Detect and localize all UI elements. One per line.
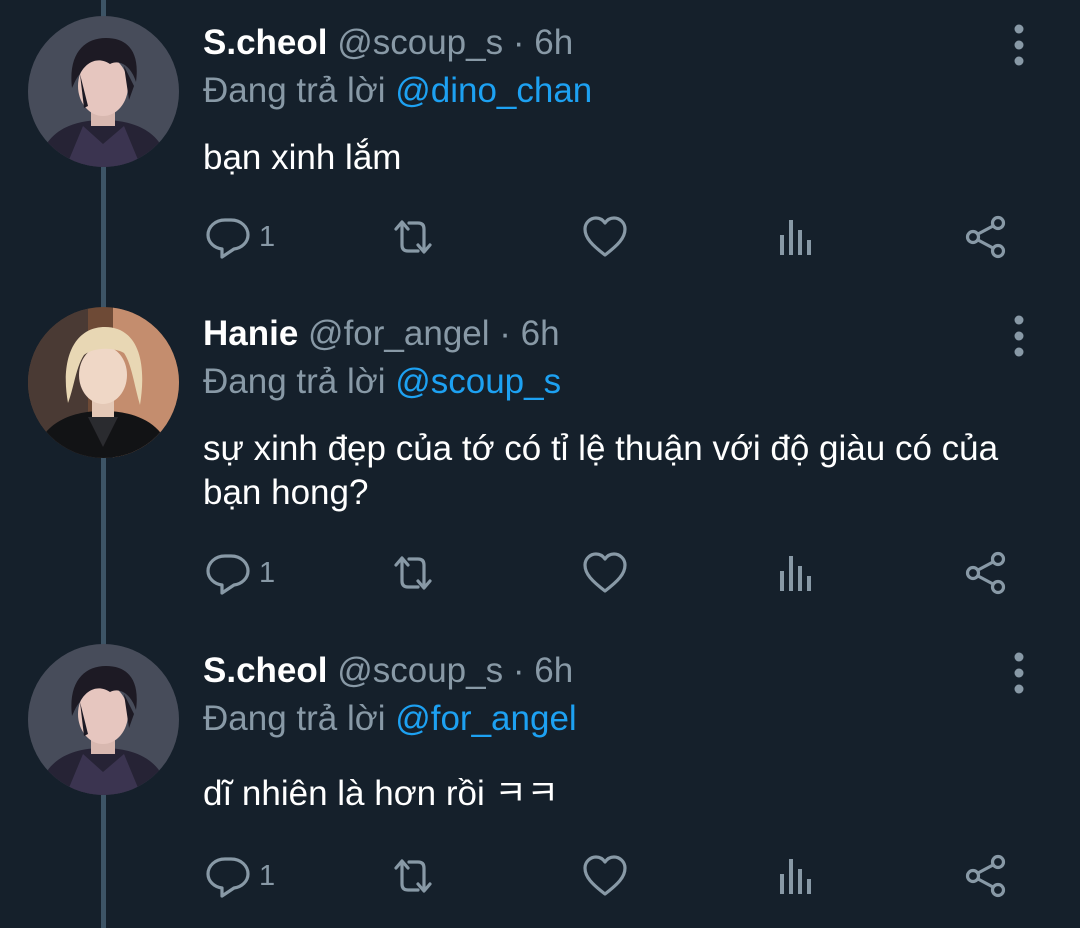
display-name[interactable]: Hanie: [203, 314, 298, 353]
replying-to: Đang trả lời @dino_chan: [203, 68, 592, 114]
replying-to: Đang trả lời @scoup_s: [203, 359, 561, 405]
display-name[interactable]: S.cheol: [203, 23, 327, 62]
share-button[interactable]: [961, 548, 1011, 598]
share-icon: [961, 851, 1011, 901]
timestamp[interactable]: 6h: [534, 23, 573, 62]
retweet-icon: [388, 548, 438, 598]
more-vertical-icon: [1004, 313, 1034, 359]
user-handle[interactable]: @scoup_s: [337, 651, 503, 690]
mention-link[interactable]: @for_angel: [395, 699, 576, 738]
tweet-text: dĩ nhiên là hơn rồi ㅋㅋ: [203, 774, 559, 813]
reply-count: 1: [259, 220, 276, 253]
reply-button[interactable]: 1: [203, 212, 275, 262]
analytics-icon: [771, 212, 821, 262]
share-icon: [961, 548, 1011, 598]
tweet-actions: 1: [203, 548, 1043, 598]
reply-icon: [203, 212, 253, 262]
separator-dot: ·: [512, 23, 525, 62]
tweet[interactable]: S.cheol @scoup_s · 6h Đang trả lời @dino…: [0, 0, 1080, 300]
reply-count: 1: [259, 859, 276, 892]
dark-hair-man-avatar-image: [28, 644, 179, 795]
user-handle[interactable]: @scoup_s: [337, 23, 503, 62]
tweet-header: Hanie @for_angel · 6h: [203, 311, 560, 357]
more-options-button[interactable]: [1004, 22, 1034, 68]
share-button[interactable]: [961, 851, 1011, 901]
replying-to-label: Đang trả lời: [203, 362, 386, 401]
reply-icon: [203, 851, 253, 901]
avatar[interactable]: [28, 16, 179, 167]
retweet-button[interactable]: [388, 548, 438, 598]
tweet-header: S.cheol @scoup_s · 6h: [203, 20, 573, 66]
heart-icon: [580, 851, 630, 901]
retweet-button[interactable]: [388, 851, 438, 901]
tweet-text: sự xinh đẹp của tớ có tỉ lệ thuận với độ…: [203, 429, 999, 512]
tweet-text: bạn xinh lắm: [203, 138, 402, 177]
analytics-icon: [771, 548, 821, 598]
avatar[interactable]: [28, 644, 179, 795]
more-vertical-icon: [1004, 650, 1034, 696]
display-name[interactable]: S.cheol: [203, 651, 327, 690]
heart-icon: [580, 212, 630, 262]
mention-link[interactable]: @scoup_s: [395, 362, 561, 401]
retweet-button[interactable]: [388, 212, 438, 262]
analytics-button[interactable]: [771, 548, 821, 598]
separator-dot: ·: [499, 314, 511, 353]
reply-icon: [203, 548, 253, 598]
analytics-button[interactable]: [771, 212, 821, 262]
share-button[interactable]: [961, 212, 1011, 262]
tweet-header: S.cheol @scoup_s · 6h: [203, 648, 573, 694]
reply-button[interactable]: 1: [203, 548, 275, 598]
tweet[interactable]: S.cheol @scoup_s · 6h Đang trả lời @for_…: [0, 628, 1080, 928]
avatar[interactable]: [28, 307, 179, 458]
like-button[interactable]: [580, 212, 630, 262]
reply-thread: S.cheol @scoup_s · 6h Đang trả lời @dino…: [0, 0, 1080, 928]
tweet-actions: 1: [203, 851, 1043, 901]
timestamp[interactable]: 6h: [521, 314, 560, 353]
share-icon: [961, 212, 1011, 262]
reply-count: 1: [259, 556, 276, 589]
tweet[interactable]: Hanie @for_angel · 6h Đang trả lời @scou…: [0, 291, 1080, 591]
blonde-hair-man-avatar-image: [28, 307, 179, 458]
retweet-icon: [388, 851, 438, 901]
like-button[interactable]: [580, 851, 630, 901]
analytics-icon: [771, 851, 821, 901]
more-vertical-icon: [1004, 22, 1034, 68]
dark-hair-man-avatar-image: [28, 16, 179, 167]
more-options-button[interactable]: [1004, 650, 1034, 696]
like-button[interactable]: [580, 548, 630, 598]
more-options-button[interactable]: [1004, 313, 1034, 359]
reply-button[interactable]: 1: [203, 851, 275, 901]
mention-link[interactable]: @dino_chan: [395, 71, 592, 110]
replying-to-label: Đang trả lời: [203, 71, 386, 110]
retweet-icon: [388, 212, 438, 262]
separator-dot: ·: [512, 651, 525, 690]
analytics-button[interactable]: [771, 851, 821, 901]
replying-to: Đang trả lời @for_angel: [203, 696, 577, 742]
replying-to-label: Đang trả lời: [203, 699, 386, 738]
user-handle[interactable]: @for_angel: [308, 314, 489, 353]
heart-icon: [580, 548, 630, 598]
timestamp[interactable]: 6h: [534, 651, 573, 690]
tweet-actions: 1: [203, 212, 1043, 262]
